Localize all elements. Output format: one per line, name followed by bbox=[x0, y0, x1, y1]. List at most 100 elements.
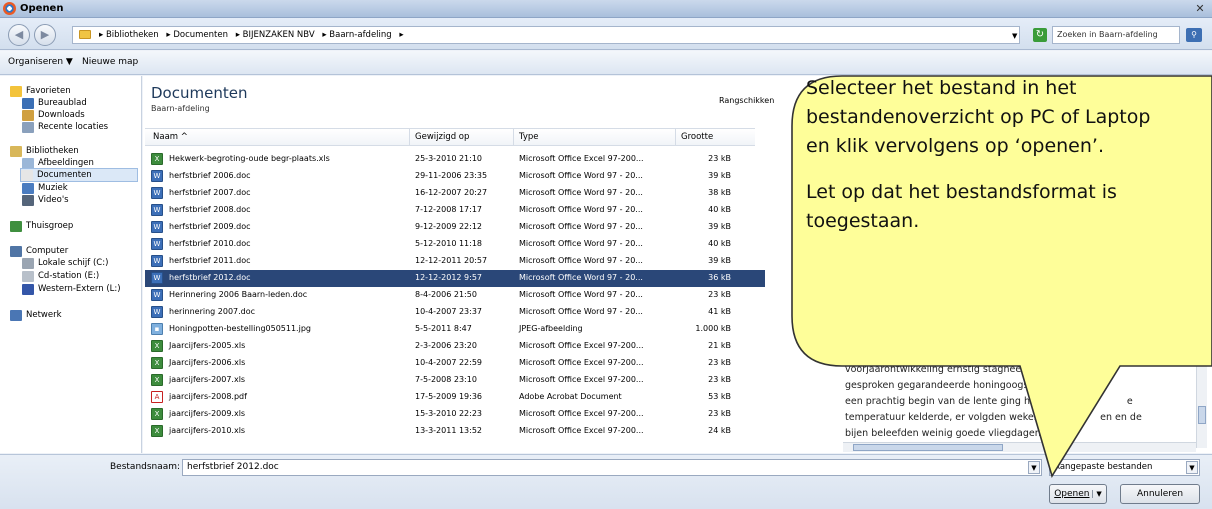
file-modified: 10-4-2007 22:59 bbox=[415, 358, 482, 367]
breadcrumb-documenten[interactable]: ▸ Documenten bbox=[166, 30, 228, 40]
file-type: Microsoft Office Word 97 - 20... bbox=[519, 188, 643, 197]
forward-button[interactable]: ▶ bbox=[34, 24, 56, 46]
file-row[interactable]: Xjaarcijfers-2010.xls 13-3-2011 13:52 Micr… bbox=[145, 423, 765, 440]
nav-documenten[interactable]: Documenten bbox=[20, 168, 138, 182]
file-size: 21 kB bbox=[708, 341, 731, 350]
nav-netwerk[interactable]: Netwerk bbox=[10, 308, 62, 322]
organize-button[interactable]: Organiseren ▼ bbox=[8, 57, 73, 67]
nav-western-extern[interactable]: Western-Extern (L:) bbox=[22, 282, 121, 296]
file-row[interactable]: Xjaarcijfers-2009.xls 15-3-2010 22:23 Micr… bbox=[145, 406, 765, 423]
file-size: 36 kB bbox=[708, 273, 731, 282]
cancel-button[interactable]: Annuleren bbox=[1120, 484, 1200, 504]
breadcrumb-bibliotheken[interactable]: ▸ Bibliotheken bbox=[99, 30, 159, 40]
scroll-thumb[interactable] bbox=[1198, 406, 1206, 424]
jpg-file-icon: ▪ bbox=[151, 323, 163, 335]
breadcrumb-more[interactable]: ▸ bbox=[399, 30, 403, 40]
address-field[interactable]: ▸ Bibliotheken ▸ Documenten ▸ BIJENZAKEN… bbox=[72, 26, 1020, 44]
back-button[interactable]: ◀ bbox=[8, 24, 30, 46]
file-type-select[interactable]: Aangepaste bestanden bbox=[1049, 459, 1200, 476]
file-row[interactable]: Wherfstbrief 2006.doc 29-11-2006 23:35 Mic… bbox=[145, 168, 765, 185]
breadcrumb-bijenzaken[interactable]: ▸ BIJENZAKEN NBV bbox=[236, 30, 315, 40]
filename-input[interactable]: herfstbrief 2012.doc bbox=[182, 459, 1042, 476]
file-row[interactable]: Wherfstbrief 2010.doc 5-12-2010 11:18 Micr… bbox=[145, 236, 765, 253]
file-row[interactable]: Ajaarcijfers-2008.pdf 17-5-2009 19:36 Adob… bbox=[145, 389, 765, 406]
file-name: Herinnering 2006 Baarn-leden.doc bbox=[169, 290, 308, 299]
file-modified: 12-12-2012 9:57 bbox=[415, 273, 482, 282]
file-row[interactable]: Wherfstbrief 2007.doc 16-12-2007 20:27 Mic… bbox=[145, 185, 765, 202]
file-row[interactable]: X Hekwerk-begroting-oude begr-plaats.xls 2… bbox=[145, 151, 765, 168]
file-row[interactable]: Wherfstbrief 2011.doc 12-12-2011 20:57 Mic… bbox=[145, 253, 765, 270]
file-size: 23 kB bbox=[708, 409, 731, 418]
nav-cd-station[interactable]: Cd-station (E:) bbox=[22, 269, 99, 283]
nav-videos[interactable]: Video's bbox=[22, 193, 69, 207]
xls-file-icon: X bbox=[151, 357, 163, 369]
file-modified: 9-12-2009 22:12 bbox=[415, 222, 482, 231]
navigation-pane: Favorieten Bureaublad Downloads Recente … bbox=[0, 76, 142, 453]
file-row[interactable]: W Herinnering 2006 Baarn-leden.doc 8-4-200… bbox=[145, 287, 765, 304]
file-name: herfstbrief 2012.doc bbox=[169, 273, 251, 282]
file-type: Microsoft Office Word 97 - 20... bbox=[519, 290, 643, 299]
callout-line: en klik vervolgens op ‘openen’. bbox=[806, 135, 1104, 157]
preview-pane: voorjaarontwikkeling ernstig stagneerde.… bbox=[845, 362, 1195, 442]
file-size: 23 kB bbox=[708, 154, 731, 163]
column-size[interactable]: Grootte bbox=[681, 132, 713, 142]
file-name: herfstbrief 2006.doc bbox=[169, 171, 251, 180]
address-dropdown-icon[interactable]: ▼ bbox=[1012, 32, 1017, 40]
file-name: Jaarcijfers-2006.xls bbox=[169, 358, 246, 367]
file-name: jaarcijfers-2009.xls bbox=[169, 409, 246, 418]
external-drive-icon bbox=[22, 283, 34, 295]
file-type: Microsoft Office Word 97 - 20... bbox=[519, 222, 643, 231]
file-row[interactable]: Wherfstbrief 2009.doc 9-12-2009 22:12 Micr… bbox=[145, 219, 765, 236]
column-header: Naam ^ Gewijzigd op Type Grootte bbox=[145, 128, 755, 146]
doc-file-icon: W bbox=[151, 238, 163, 250]
search-input[interactable]: Zoeken in Baarn-afdeling bbox=[1052, 26, 1180, 44]
open-button[interactable]: Openen ▼ bbox=[1049, 484, 1107, 504]
filename-dropdown-icon[interactable]: ▼ bbox=[1028, 461, 1040, 474]
file-type: Microsoft Office Word 97 - 20... bbox=[519, 171, 643, 180]
address-bar: ◀ ▶ ▸ Bibliotheken ▸ Documenten ▸ BIJENZ… bbox=[0, 18, 1212, 50]
preview-horizontal-scrollbar[interactable] bbox=[843, 442, 1196, 452]
nav-thuisgroep[interactable]: Thuisgroep bbox=[10, 219, 73, 233]
preview-line: een prachtig begin van de lente ging het… bbox=[845, 396, 1133, 407]
search-icon[interactable]: ⚲ bbox=[1186, 28, 1202, 42]
file-size: 39 kB bbox=[708, 256, 731, 265]
open-split-icon[interactable]: ▼ bbox=[1092, 490, 1102, 498]
file-type: JPEG-afbeelding bbox=[519, 324, 583, 333]
column-name[interactable]: Naam ^ bbox=[153, 132, 188, 142]
callout-line: Let op dat het bestandsformat is bbox=[806, 181, 1117, 203]
breadcrumb: ▸ Bibliotheken ▸ Documenten ▸ BIJENZAKEN… bbox=[99, 30, 409, 40]
homegroup-icon bbox=[10, 220, 22, 232]
scroll-thumb[interactable] bbox=[853, 444, 1003, 451]
file-row[interactable]: Wherfstbrief 2012.doc 12-12-2012 9:57 Micr… bbox=[145, 270, 765, 287]
file-row[interactable]: X Jaarcijfers-2006.xls 10-4-2007 22:59 Micr… bbox=[145, 355, 765, 372]
file-name: Hekwerk-begroting-oude begr-plaats.xls bbox=[169, 154, 330, 163]
column-modified[interactable]: Gewijzigd op bbox=[415, 132, 469, 142]
documents-icon bbox=[21, 169, 33, 181]
preview-line: bijen beleefden weinig goede vliegdagen. bbox=[845, 428, 1044, 439]
arrange-by-button[interactable]: Rangschikken bbox=[719, 96, 774, 105]
close-button[interactable]: ✕ bbox=[1192, 2, 1208, 16]
file-row[interactable]: ▪ Honingpotten-bestelling050511.jpg 5-5-20… bbox=[145, 321, 765, 338]
preview-vertical-scrollbar[interactable] bbox=[1196, 356, 1207, 448]
file-row[interactable]: Wherfstbrief 2008.doc 7-12-2008 17:17 Micr… bbox=[145, 202, 765, 219]
xls-file-icon: X bbox=[151, 153, 163, 165]
file-row[interactable]: Xjaarcijfers-2007.xls 7-5-2008 23:10 Micro… bbox=[145, 372, 765, 389]
file-type-dropdown-icon[interactable]: ▼ bbox=[1186, 461, 1198, 474]
file-size: 23 kB bbox=[708, 358, 731, 367]
nav-recente-locaties[interactable]: Recente locaties bbox=[22, 120, 108, 134]
doc-file-icon: W bbox=[151, 221, 163, 233]
column-type[interactable]: Type bbox=[519, 132, 539, 142]
nav-lokale-schijf[interactable]: Lokale schijf (C:) bbox=[22, 256, 108, 270]
file-row[interactable]: Wherinnering 2007.doc 10-4-2007 23:37 Micr… bbox=[145, 304, 765, 321]
file-type: Microsoft Office Excel 97-200... bbox=[519, 154, 644, 163]
dialog-footer: Bestandsnaam: herfstbrief 2012.doc ▼ Aan… bbox=[0, 454, 1212, 509]
breadcrumb-baarn-afdeling[interactable]: ▸ Baarn-afdeling bbox=[322, 30, 391, 40]
file-row[interactable]: X Jaarcijfers-2005.xls 2-3-2006 23:20 Micro… bbox=[145, 338, 765, 355]
new-folder-button[interactable]: Nieuwe map bbox=[82, 57, 138, 67]
file-size: 53 kB bbox=[708, 392, 731, 401]
preview-line: temperatuur kelderde, er volgden weken e… bbox=[845, 412, 1142, 423]
file-modified: 5-12-2010 11:18 bbox=[415, 239, 482, 248]
refresh-icon[interactable]: ↻ bbox=[1033, 28, 1047, 42]
file-type: Microsoft Office Excel 97-200... bbox=[519, 409, 644, 418]
file-name: jaarcijfers-2007.xls bbox=[169, 375, 246, 384]
